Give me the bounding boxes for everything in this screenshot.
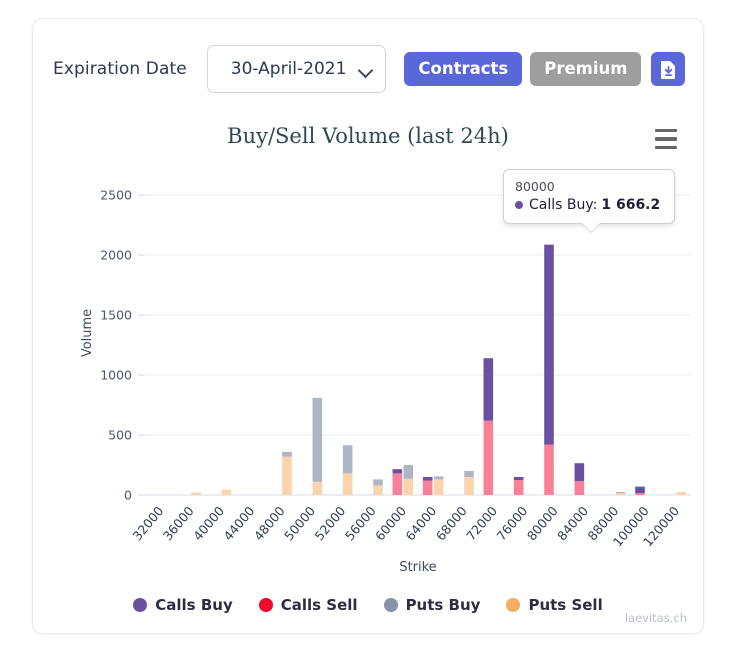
svg-text:44000: 44000 [220, 503, 257, 543]
svg-text:84000: 84000 [554, 503, 591, 543]
tooltip-row: Calls Buy: 1 666.2 [515, 197, 663, 213]
page-root: Expiration Date 30-April-2021 Contracts … [0, 0, 734, 648]
chart-tooltip: 80000 Calls Buy: 1 666.2 [503, 169, 675, 224]
svg-text:48000: 48000 [251, 503, 288, 543]
watermark: laevitas.ch [625, 611, 687, 625]
legend-item-puts-buy[interactable]: Puts Buy [384, 596, 481, 614]
legend-dot-puts-buy [384, 598, 398, 612]
svg-text:80000: 80000 [524, 503, 561, 543]
svg-text:56000: 56000 [342, 503, 379, 543]
chart-title: Buy/Sell Volume (last 24h) [33, 124, 703, 148]
tooltip-category: 80000 [515, 179, 663, 194]
svg-text:76000: 76000 [493, 503, 530, 543]
svg-text:Volume: Volume [80, 309, 95, 357]
legend-label-puts-buy: Puts Buy [406, 596, 481, 614]
legend-item-calls-buy[interactable]: Calls Buy [133, 596, 232, 614]
svg-text:40000: 40000 [190, 503, 227, 543]
chart-legend: Calls Buy Calls Sell Puts Buy Puts Sell [33, 596, 703, 614]
tooltip-pointer [582, 223, 600, 232]
toolbar: Expiration Date 30-April-2021 Contracts … [53, 39, 685, 99]
legend-label-calls-sell: Calls Sell [281, 596, 358, 614]
svg-text:1000: 1000 [100, 368, 132, 383]
svg-text:64000: 64000 [402, 503, 439, 543]
download-file-icon [660, 60, 677, 79]
legend-dot-calls-sell [259, 598, 273, 612]
svg-text:0: 0 [124, 488, 132, 503]
tooltip-series-name: Calls Buy: [529, 197, 597, 213]
svg-text:2000: 2000 [100, 248, 132, 263]
svg-text:36000: 36000 [160, 503, 197, 543]
tooltip-value: 1 666.2 [601, 197, 660, 213]
expiration-date-select[interactable]: 30-April-2021 [207, 45, 387, 93]
legend-label-puts-sell: Puts Sell [528, 596, 602, 614]
chart-card: Expiration Date 30-April-2021 Contracts … [32, 18, 704, 634]
legend-item-puts-sell[interactable]: Puts Sell [506, 596, 602, 614]
svg-text:68000: 68000 [433, 503, 470, 543]
svg-text:2500: 2500 [100, 188, 132, 203]
legend-label-calls-buy: Calls Buy [155, 596, 232, 614]
legend-item-calls-sell[interactable]: Calls Sell [259, 596, 358, 614]
contracts-button[interactable]: Contracts [404, 52, 522, 86]
svg-text:60000: 60000 [372, 503, 409, 543]
svg-text:52000: 52000 [311, 503, 348, 543]
expiration-date-label: Expiration Date [53, 59, 187, 79]
legend-dot-calls-buy [133, 598, 147, 612]
premium-button[interactable]: Premium [530, 52, 641, 86]
legend-dot-puts-sell [506, 598, 520, 612]
svg-text:Strike: Strike [399, 560, 436, 575]
download-button[interactable] [651, 52, 685, 86]
svg-text:50000: 50000 [281, 503, 318, 543]
menu-line [655, 137, 677, 141]
svg-text:72000: 72000 [463, 503, 500, 543]
expiration-date-value: 30-April-2021 [231, 59, 363, 79]
svg-text:500: 500 [108, 428, 132, 443]
menu-line [655, 129, 677, 133]
svg-text:1500: 1500 [100, 308, 132, 323]
series-color-dot [515, 201, 523, 209]
svg-text:32000: 32000 [129, 503, 166, 543]
